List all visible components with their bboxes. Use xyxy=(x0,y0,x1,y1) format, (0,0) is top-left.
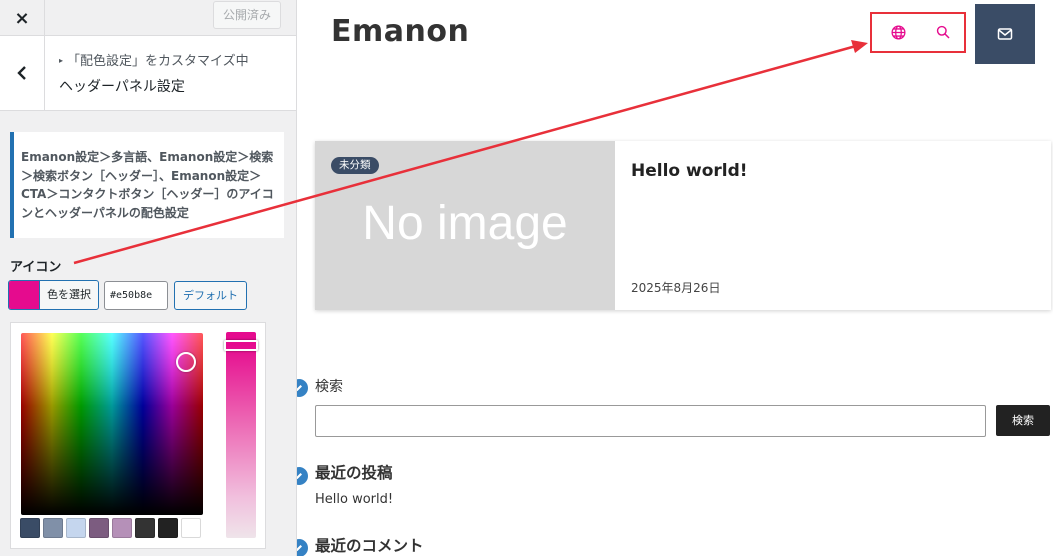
panel-title: ヘッダーパネル設定 xyxy=(59,79,185,95)
post-thumbnail[interactable]: No image 未分類 xyxy=(315,141,615,310)
saturation-handle[interactable] xyxy=(176,352,196,372)
close-customizer-button[interactable]: × xyxy=(0,0,45,36)
recent-post-link[interactable]: Hello world! xyxy=(315,492,393,507)
breadcrumb-triangle-icon: ▸ xyxy=(59,56,64,65)
color-palette xyxy=(20,518,201,538)
publish-button[interactable]: 公開済み xyxy=(212,1,281,29)
pencil-icon xyxy=(297,545,302,551)
color-picker xyxy=(10,322,266,549)
site-preview: Emanon No image 未分類 Hello world! 2025年8月… xyxy=(297,0,1053,556)
mail-icon xyxy=(997,28,1013,40)
pencil-icon xyxy=(297,385,302,391)
chevron-left-icon xyxy=(17,66,26,80)
contact-button[interactable] xyxy=(975,4,1035,64)
back-button[interactable] xyxy=(0,36,45,110)
saturation-field[interactable] xyxy=(21,333,203,515)
palette-swatch[interactable] xyxy=(135,518,155,538)
post-date: 2025年8月26日 xyxy=(631,281,721,295)
hex-color-input[interactable] xyxy=(104,281,168,310)
breadcrumb-text: 「配色設定」をカスタマイズ中 xyxy=(67,54,249,69)
search-input[interactable] xyxy=(315,405,986,437)
palette-swatch[interactable] xyxy=(181,518,201,538)
palette-swatch[interactable] xyxy=(158,518,178,538)
search-submit-button[interactable]: 検索 xyxy=(996,405,1050,436)
edit-shortcut-recent-comments-widget[interactable] xyxy=(297,537,310,556)
palette-swatch[interactable] xyxy=(112,518,132,538)
highlight-box xyxy=(870,12,966,53)
pencil-icon xyxy=(297,473,302,479)
search-widget-title: 検索 xyxy=(315,379,343,395)
search-icon[interactable] xyxy=(935,24,952,41)
select-color-button[interactable]: 色を選択 xyxy=(8,280,99,310)
customizer-sidebar: × 公開済み ▸ 「配色設定」をカスタマイズ中 ヘッダーパネル設定 Emanon設… xyxy=(0,0,297,556)
no-image-text: No image xyxy=(362,197,568,250)
palette-swatch[interactable] xyxy=(89,518,109,538)
edit-shortcut-search-widget[interactable] xyxy=(297,377,310,399)
recent-comments-title: 最近のコメント xyxy=(315,537,424,555)
current-color-swatch xyxy=(9,281,40,309)
post-card[interactable]: No image 未分類 Hello world! 2025年8月26日 xyxy=(315,141,1051,310)
control-title: アイコン xyxy=(10,260,62,275)
post-title[interactable]: Hello world! xyxy=(631,161,748,181)
edit-shortcut-recent-posts-widget[interactable] xyxy=(297,465,310,487)
palette-swatch[interactable] xyxy=(43,518,63,538)
lightness-slider[interactable] xyxy=(224,332,258,538)
palette-swatch[interactable] xyxy=(20,518,40,538)
default-color-button[interactable]: デフォルト xyxy=(174,281,247,310)
lightness-slider-handle[interactable] xyxy=(224,340,258,351)
globe-icon[interactable] xyxy=(890,24,907,41)
recent-posts-title: 最近の投稿 xyxy=(315,464,393,482)
customizer-header: × 公開済み xyxy=(0,0,296,36)
palette-swatch[interactable] xyxy=(66,518,86,538)
category-badge: 未分類 xyxy=(331,157,379,174)
section-description: Emanon設定＞多言語、Emanon設定＞検索＞検索ボタン［ヘッダー］、Ema… xyxy=(10,132,284,238)
select-color-label: 色を選択 xyxy=(47,288,91,301)
site-title[interactable]: Emanon xyxy=(331,14,469,49)
breadcrumb: ▸ 「配色設定」をカスタマイズ中 xyxy=(59,50,249,69)
section-header: ▸ 「配色設定」をカスタマイズ中 ヘッダーパネル設定 xyxy=(0,36,296,111)
